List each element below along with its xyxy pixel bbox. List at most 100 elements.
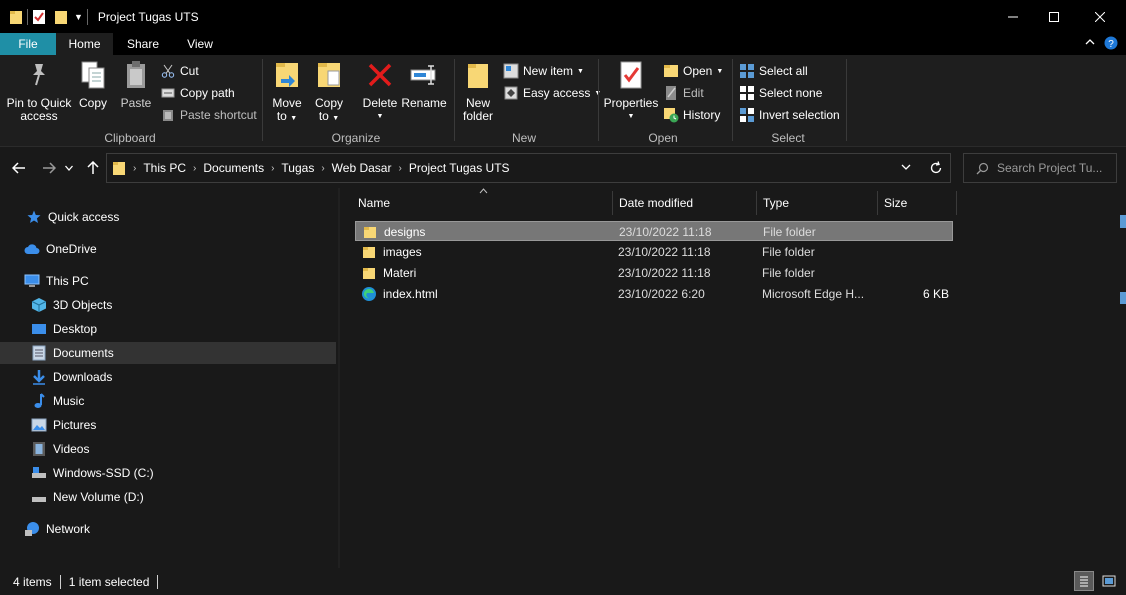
- address-bar[interactable]: › This PC › Documents › Tugas › Web Dasa…: [106, 153, 951, 183]
- delete-x-icon: [364, 57, 396, 93]
- edge-icon: [361, 286, 377, 302]
- nav-onedrive[interactable]: OneDrive: [0, 238, 336, 260]
- new-folder-icon[interactable]: [54, 9, 68, 25]
- picture-icon: [31, 417, 47, 433]
- up-button[interactable]: [82, 158, 104, 178]
- open-label: Open: [683, 64, 713, 78]
- delete-dropdown-icon[interactable]: ▼: [377, 110, 384, 123]
- close-button[interactable]: [1077, 0, 1123, 33]
- nav-quick-access[interactable]: Quick access: [0, 206, 336, 228]
- paste-shortcut-button[interactable]: Paste shortcut: [160, 106, 257, 124]
- nav-pictures[interactable]: Pictures: [0, 414, 336, 436]
- large-icons-view-button[interactable]: [1099, 571, 1119, 591]
- customize-dropdown-icon[interactable]: ▼: [74, 9, 83, 25]
- tab-view[interactable]: View: [173, 33, 227, 55]
- nav-music[interactable]: Music: [0, 390, 336, 412]
- move-to-button[interactable]: Move to ▼: [270, 57, 304, 125]
- recent-locations-button[interactable]: [62, 158, 76, 178]
- search-input[interactable]: [997, 161, 1107, 175]
- folder-icon: [361, 244, 377, 260]
- breadcrumb-project-tugas-uts[interactable]: Project Tugas UTS: [409, 161, 510, 175]
- file-row[interactable]: Materi 23/10/2022 11:18 File folder: [355, 263, 953, 283]
- forward-button[interactable]: [38, 158, 60, 178]
- nav-desktop[interactable]: Desktop: [0, 318, 336, 340]
- back-button[interactable]: [8, 158, 30, 178]
- properties-dropdown-icon[interactable]: ▼: [628, 110, 635, 123]
- column-divider[interactable]: [956, 191, 957, 215]
- nav-new-volume[interactable]: New Volume (D:): [0, 486, 336, 508]
- properties-icon: [615, 57, 647, 93]
- rename-button[interactable]: Rename: [401, 57, 447, 110]
- column-divider[interactable]: [612, 191, 613, 215]
- select-all-icon: [739, 63, 755, 79]
- desktop-icon: [31, 321, 47, 337]
- address-dropdown-icon[interactable]: [901, 164, 911, 171]
- folder-icon: [361, 265, 377, 281]
- edit-button[interactable]: Edit: [663, 84, 704, 102]
- cut-button[interactable]: Cut: [160, 62, 199, 80]
- new-folder-button[interactable]: New folder: [458, 57, 498, 123]
- new-folder-icon: [462, 57, 494, 93]
- properties-icon[interactable]: [32, 9, 46, 25]
- scroll-edge-marker: [1120, 215, 1126, 228]
- column-header-type[interactable]: Type: [763, 191, 877, 215]
- copy-button[interactable]: Copy: [76, 57, 110, 110]
- select-all-button[interactable]: Select all: [739, 62, 808, 80]
- column-header-date-modified[interactable]: Date modified: [619, 191, 756, 215]
- select-none-button[interactable]: Select none: [739, 84, 822, 102]
- details-view-button[interactable]: [1074, 571, 1094, 591]
- open-folder-icon: [663, 63, 679, 79]
- nav-downloads[interactable]: Downloads: [0, 366, 336, 388]
- minimize-button[interactable]: [990, 0, 1036, 33]
- new-item-button[interactable]: New item ▼: [503, 62, 584, 80]
- breadcrumb-documents[interactable]: Documents: [203, 161, 264, 175]
- search-box[interactable]: [963, 153, 1117, 183]
- collapse-ribbon-icon[interactable]: [1085, 36, 1095, 50]
- open-button[interactable]: Open ▼: [663, 62, 723, 80]
- pin-to-quick-access-button[interactable]: Pin to Quick access: [6, 57, 72, 123]
- copy-path-button[interactable]: Copy path: [160, 84, 235, 102]
- nav-label: Downloads: [53, 370, 113, 384]
- breadcrumb-tugas[interactable]: Tugas: [281, 161, 314, 175]
- breadcrumb-this-pc[interactable]: This PC: [143, 161, 186, 175]
- breadcrumb-separator-icon: ›: [321, 162, 325, 174]
- nav-windows-ssd[interactable]: Windows-SSD (C:): [0, 462, 336, 484]
- paste-button[interactable]: Paste: [118, 57, 154, 110]
- download-arrow-icon: [31, 369, 47, 385]
- tab-home[interactable]: Home: [56, 33, 113, 55]
- folder-icon: [362, 224, 378, 240]
- nav-label: This PC: [46, 274, 89, 288]
- history-button[interactable]: History: [663, 106, 720, 124]
- nav-label: Network: [46, 522, 91, 536]
- properties-button[interactable]: Properties ▼: [602, 57, 660, 123]
- refresh-icon[interactable]: [929, 161, 943, 175]
- column-divider[interactable]: [877, 191, 878, 215]
- nav-documents[interactable]: Documents: [0, 342, 336, 364]
- address-row: › This PC › Documents › Tugas › Web Dasa…: [0, 148, 1126, 188]
- nav-3d-objects[interactable]: 3D Objects: [0, 294, 336, 316]
- column-header-name[interactable]: Name: [358, 191, 612, 215]
- file-name: index.html: [383, 287, 438, 301]
- tab-file[interactable]: File: [0, 33, 56, 55]
- delete-button[interactable]: Delete ▼: [360, 57, 400, 123]
- clipboard-icon: [120, 57, 152, 93]
- svg-text:?: ?: [1108, 39, 1114, 50]
- help-icon[interactable]: ?: [1104, 36, 1118, 53]
- delete-label: Delete: [362, 96, 398, 110]
- file-row[interactable]: designs 23/10/2022 11:18 File folder: [355, 221, 953, 241]
- chevron-down-icon: ▼: [716, 67, 724, 75]
- nav-videos[interactable]: Videos: [0, 438, 336, 460]
- column-divider[interactable]: [756, 191, 757, 215]
- maximize-button[interactable]: [1031, 0, 1077, 33]
- nav-network[interactable]: Network: [0, 518, 336, 540]
- column-header-size[interactable]: Size: [884, 191, 956, 215]
- cut-label: Cut: [180, 64, 199, 78]
- tab-share[interactable]: Share: [113, 33, 173, 55]
- easy-access-button[interactable]: Easy access ▼: [503, 84, 601, 102]
- file-row[interactable]: images 23/10/2022 11:18 File folder: [355, 242, 953, 262]
- invert-selection-button[interactable]: Invert selection: [739, 106, 840, 124]
- nav-this-pc[interactable]: This PC: [0, 270, 336, 292]
- breadcrumb-web-dasar[interactable]: Web Dasar: [332, 161, 392, 175]
- file-row[interactable]: index.html 23/10/2022 6:20 Microsoft Edg…: [355, 284, 953, 304]
- copy-to-button[interactable]: Copy to ▼: [312, 57, 346, 125]
